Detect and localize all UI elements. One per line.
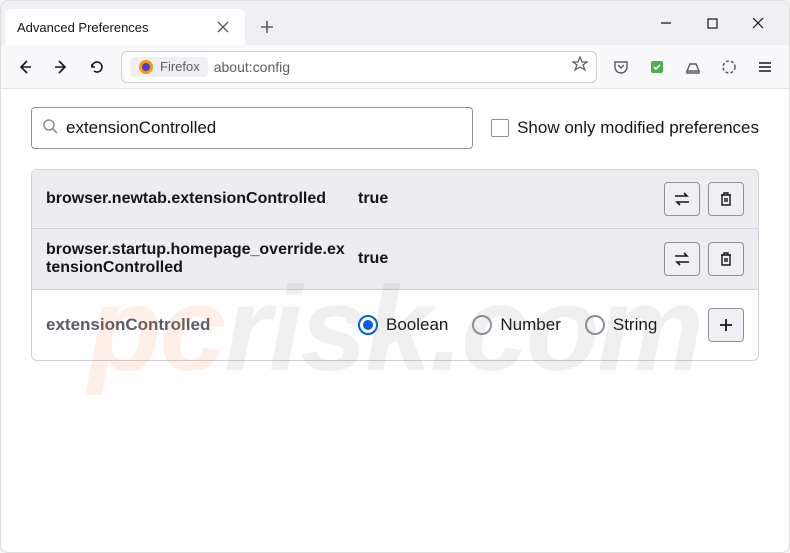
radio-label: Boolean xyxy=(386,315,448,335)
delete-button[interactable] xyxy=(708,182,744,216)
search-input[interactable] xyxy=(66,118,462,138)
radio-string[interactable]: String xyxy=(585,315,657,335)
pocket-icon[interactable] xyxy=(605,51,637,83)
search-box[interactable] xyxy=(31,107,473,149)
pref-name: browser.startup.homepage_override.extens… xyxy=(46,241,346,277)
close-window-button[interactable] xyxy=(735,1,781,45)
radio-number[interactable]: Number xyxy=(472,315,560,335)
radio-label: String xyxy=(613,315,657,335)
window-controls xyxy=(643,1,781,45)
reload-button[interactable] xyxy=(81,51,113,83)
titlebar: Advanced Preferences xyxy=(1,1,789,45)
new-pref-name: extensionControlled xyxy=(46,315,346,335)
back-button[interactable] xyxy=(9,51,41,83)
forward-button[interactable] xyxy=(45,51,77,83)
new-pref-row: extensionControlled Boolean Number Strin… xyxy=(31,290,759,361)
firefox-icon xyxy=(138,59,154,75)
url-text: about:config xyxy=(214,59,566,75)
search-icon xyxy=(42,118,58,139)
radio-input[interactable] xyxy=(358,315,378,335)
toggle-button[interactable] xyxy=(664,242,700,276)
nav-toolbar: Firefox about:config xyxy=(1,45,789,89)
toggle-button[interactable] xyxy=(664,182,700,216)
preference-list: browser.newtab.extensionControlled true … xyxy=(31,169,759,290)
identity-box[interactable]: Firefox xyxy=(130,57,208,77)
radio-boolean[interactable]: Boolean xyxy=(358,315,448,335)
add-button[interactable] xyxy=(708,308,744,342)
only-modified-label: Show only modified preferences xyxy=(517,118,759,138)
about-config-content: Show only modified preferences browser.n… xyxy=(1,89,789,379)
only-modified-checkbox[interactable] xyxy=(491,119,509,137)
pref-actions xyxy=(664,242,744,276)
only-modified-checkbox-wrap[interactable]: Show only modified preferences xyxy=(491,118,759,138)
tab-title: Advanced Preferences xyxy=(17,20,213,35)
pref-value: true xyxy=(358,250,652,268)
profile-icon[interactable] xyxy=(713,51,745,83)
new-tab-button[interactable] xyxy=(251,11,283,43)
delete-button[interactable] xyxy=(708,242,744,276)
identity-label: Firefox xyxy=(160,59,200,74)
pref-actions xyxy=(664,182,744,216)
close-tab-icon[interactable] xyxy=(213,17,233,37)
url-bar[interactable]: Firefox about:config xyxy=(121,51,597,83)
minimize-button[interactable] xyxy=(643,1,689,45)
extension-shield-icon[interactable] xyxy=(641,51,673,83)
radio-label: Number xyxy=(500,315,560,335)
search-row: Show only modified preferences xyxy=(31,107,759,149)
radio-input[interactable] xyxy=(585,315,605,335)
maximize-button[interactable] xyxy=(689,1,735,45)
tab-advanced-preferences[interactable]: Advanced Preferences xyxy=(5,9,245,45)
radio-input[interactable] xyxy=(472,315,492,335)
bookmark-star-icon[interactable] xyxy=(572,56,588,77)
menu-button[interactable] xyxy=(749,51,781,83)
pref-name: browser.newtab.extensionControlled xyxy=(46,190,346,208)
pref-row[interactable]: browser.startup.homepage_override.extens… xyxy=(32,229,758,289)
inbox-icon[interactable] xyxy=(677,51,709,83)
browser-window: Advanced Preferences xyxy=(0,0,790,553)
pref-row[interactable]: browser.newtab.extensionControlled true xyxy=(32,170,758,229)
pref-value: true xyxy=(358,190,652,208)
type-radio-group: Boolean Number String xyxy=(358,315,696,335)
